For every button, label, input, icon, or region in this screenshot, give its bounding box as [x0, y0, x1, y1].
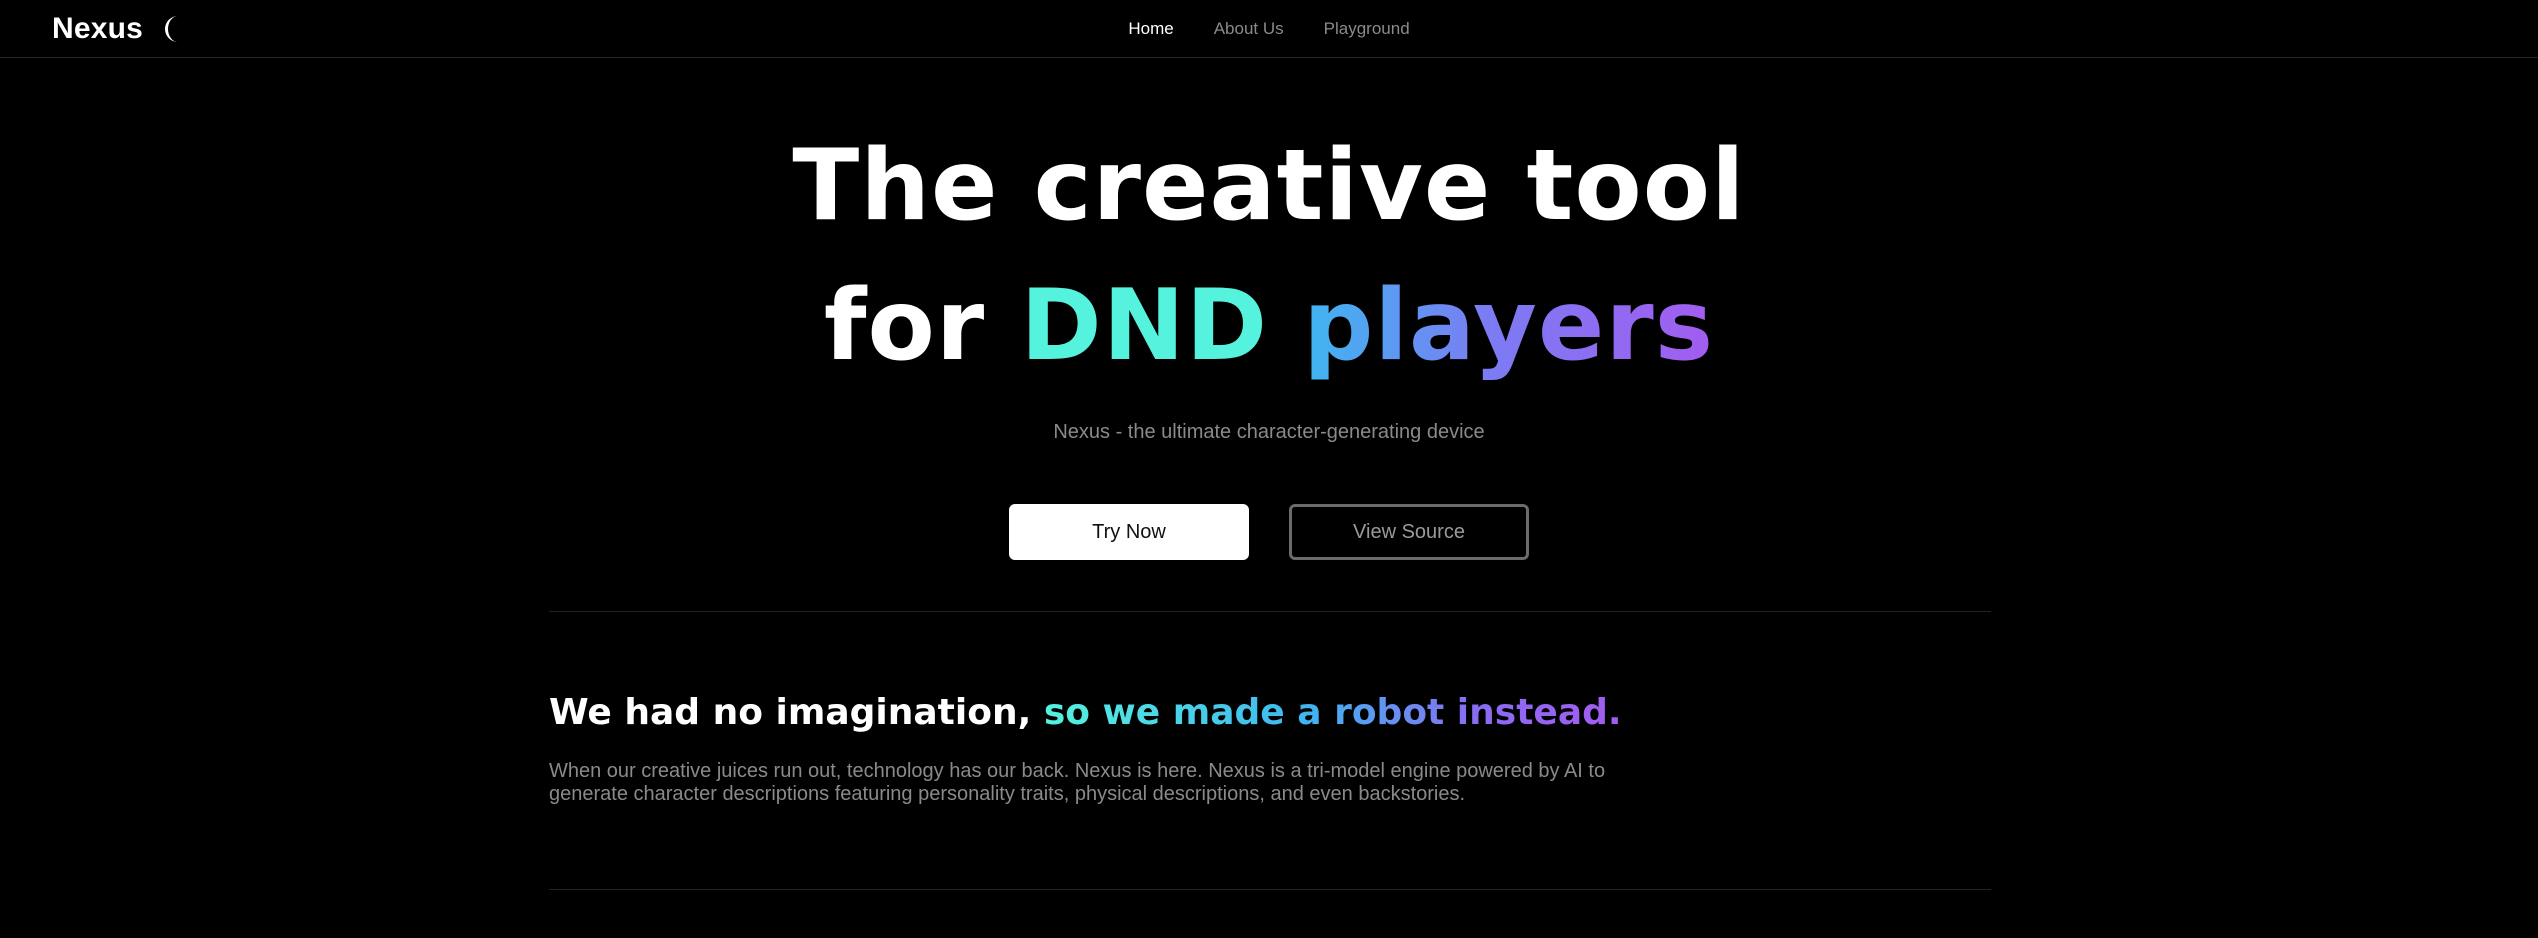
hero-title: The creative tool for DND players: [0, 116, 2538, 396]
nav-link-home[interactable]: Home: [1128, 19, 1173, 39]
about-heading-plain: We had no imagination,: [549, 692, 1032, 733]
nav-link-playground[interactable]: Playground: [1324, 19, 1410, 39]
hero-title-dnd: DND: [1020, 269, 1269, 383]
about-heading-highlight: so we made a robot instead.: [1043, 692, 1622, 733]
section-divider-bottom: [549, 889, 1991, 890]
nav-link-about-us[interactable]: About Us: [1214, 19, 1284, 39]
hero-title-players: players: [1303, 269, 1715, 383]
main-nav: Home About Us Playground: [0, 0, 2538, 58]
hero-subtitle: Nexus - the ultimate character-generatin…: [1053, 421, 1485, 443]
view-source-button[interactable]: View Source: [1289, 504, 1529, 560]
section-divider-top: [549, 611, 1991, 612]
hero-title-prefix: for: [823, 269, 986, 383]
about-description: When our creative juices run out, techno…: [549, 760, 1606, 805]
about-heading: We had no imagination, so we made a robo…: [549, 692, 1622, 733]
hero-actions: Try Now View Source: [0, 504, 2538, 560]
try-now-button[interactable]: Try Now: [1009, 504, 1249, 560]
top-navigation-bar: Nexus Home About Us Playground: [0, 0, 2538, 58]
hero-title-line-1: The creative tool: [792, 129, 1746, 243]
